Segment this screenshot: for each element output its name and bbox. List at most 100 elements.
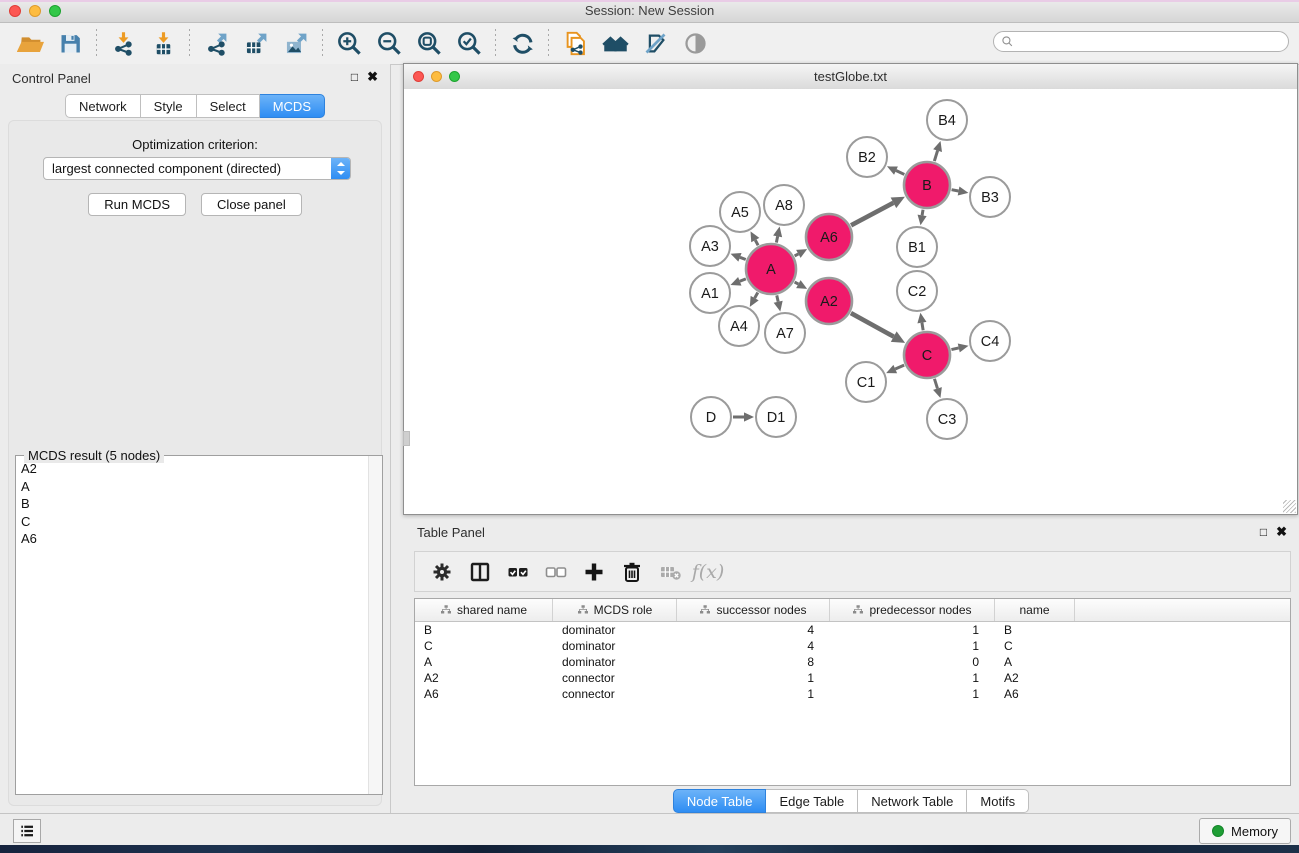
import-network-icon[interactable] bbox=[103, 28, 143, 60]
mcds-result-item[interactable]: A2 bbox=[16, 460, 368, 478]
table-tab-motifs[interactable]: Motifs bbox=[967, 789, 1029, 813]
search-input[interactable] bbox=[993, 31, 1289, 52]
memory-button[interactable]: Memory bbox=[1199, 818, 1291, 844]
network-canvas[interactable]: B4B2BB3A5A8A6A3B1AC2A1A2A4A7C4CC1C3DD1 bbox=[404, 89, 1297, 514]
close-panel-button[interactable]: Close panel bbox=[201, 193, 302, 216]
zoom-selected-icon[interactable] bbox=[449, 28, 489, 60]
edge-A6-B[interactable] bbox=[851, 203, 893, 225]
arrowhead-icon bbox=[731, 253, 742, 262]
titlebar-top-edge bbox=[0, 0, 1299, 2]
table-row[interactable]: Cdominator41C bbox=[415, 638, 1290, 654]
edge-A-A4[interactable] bbox=[755, 293, 758, 299]
edge-A-A8[interactable] bbox=[776, 236, 777, 242]
edge-A2-C[interactable] bbox=[851, 313, 894, 337]
cell: A6 bbox=[995, 687, 1075, 701]
hide-labels-icon[interactable] bbox=[635, 28, 675, 60]
table-panel-title: Table Panel bbox=[417, 525, 485, 540]
edge-A-A1[interactable] bbox=[740, 279, 746, 281]
tab-network[interactable]: Network bbox=[65, 94, 141, 118]
column-header-label: name bbox=[1019, 603, 1049, 617]
tab-style[interactable]: Style bbox=[141, 94, 197, 118]
table-row[interactable]: A2connector11A2 bbox=[415, 670, 1290, 686]
table-header-row: shared nameMCDS rolesuccessor nodesprede… bbox=[415, 599, 1290, 622]
home-icon[interactable] bbox=[595, 28, 635, 60]
save-session-icon[interactable] bbox=[50, 28, 90, 60]
column-header-MCDS-role[interactable]: MCDS role bbox=[553, 599, 677, 621]
export-table-icon[interactable] bbox=[236, 28, 276, 60]
edge-A-A5[interactable] bbox=[755, 240, 758, 245]
column-header-successor-nodes[interactable]: successor nodes bbox=[677, 599, 830, 621]
node-label: B2 bbox=[858, 150, 876, 166]
import-table-icon[interactable] bbox=[143, 28, 183, 60]
show-columns-icon[interactable] bbox=[461, 556, 499, 588]
close-table-panel-icon[interactable]: ✖ bbox=[1276, 525, 1287, 539]
edge-B-B2[interactable] bbox=[896, 171, 904, 175]
tab-select[interactable]: Select bbox=[197, 94, 260, 118]
toolbar-separator bbox=[495, 29, 496, 59]
column-header-predecessor-nodes[interactable]: predecessor nodes bbox=[830, 599, 995, 621]
zoom-in-icon[interactable] bbox=[329, 28, 369, 60]
edge-C-C3[interactable] bbox=[934, 379, 937, 389]
table-tab-network-table[interactable]: Network Table bbox=[858, 789, 967, 813]
cell: 4 bbox=[677, 639, 830, 653]
node-label: C4 bbox=[981, 334, 1000, 350]
copy-network-icon[interactable] bbox=[555, 28, 595, 60]
edge-A-A7[interactable] bbox=[777, 295, 778, 301]
frame-scroll-thumb[interactable] bbox=[403, 431, 410, 446]
edge-B-B4[interactable] bbox=[934, 151, 937, 162]
close-panel-icon[interactable]: ✖ bbox=[367, 70, 378, 84]
node-label: A6 bbox=[820, 230, 838, 246]
tab-mcds[interactable]: MCDS bbox=[260, 94, 325, 118]
edge-B-B3[interactable] bbox=[952, 190, 959, 191]
mcds-result-item[interactable]: C bbox=[16, 513, 368, 531]
result-scrollbar[interactable] bbox=[368, 456, 382, 794]
deselect-all-icon[interactable] bbox=[537, 556, 575, 588]
show-graphics-icon[interactable] bbox=[675, 28, 715, 60]
refresh-icon[interactable] bbox=[502, 28, 542, 60]
node-label: B bbox=[922, 178, 932, 194]
toolbar-separator bbox=[548, 29, 549, 59]
edge-A-A6[interactable] bbox=[795, 254, 799, 256]
criterion-dropdown[interactable]: largest connected component (directed) bbox=[43, 157, 351, 180]
desktop-wallpaper bbox=[0, 845, 1299, 853]
select-all-icon[interactable] bbox=[499, 556, 537, 588]
cell: dominator bbox=[553, 639, 677, 653]
run-mcds-button[interactable]: Run MCDS bbox=[88, 193, 186, 216]
network-window-title: testGlobe.txt bbox=[404, 69, 1297, 84]
table-row[interactable]: Bdominator41B bbox=[415, 622, 1290, 638]
export-image-icon[interactable] bbox=[276, 28, 316, 60]
zoom-fit-icon[interactable] bbox=[409, 28, 449, 60]
task-history-button[interactable] bbox=[13, 819, 41, 843]
float-table-panel-icon[interactable]: □ bbox=[1260, 525, 1267, 539]
add-column-icon[interactable] bbox=[575, 556, 613, 588]
mcds-result-item[interactable]: B bbox=[16, 495, 368, 513]
edge-C-C1[interactable] bbox=[895, 365, 904, 369]
float-panel-icon[interactable]: □ bbox=[351, 70, 358, 84]
node-label: A1 bbox=[701, 286, 719, 302]
edge-C-C2[interactable] bbox=[922, 323, 923, 331]
edge-C-C4[interactable] bbox=[951, 348, 958, 350]
network-window-titlebar[interactable]: testGlobe.txt bbox=[404, 64, 1297, 90]
resize-grip[interactable] bbox=[1283, 500, 1296, 513]
titlebar[interactable]: Session: New Session bbox=[0, 0, 1299, 23]
mcds-result-item[interactable]: A bbox=[16, 478, 368, 496]
cell: A bbox=[995, 655, 1075, 669]
mcds-result-item[interactable]: A6 bbox=[16, 530, 368, 548]
edge-A-A2[interactable] bbox=[795, 282, 799, 284]
export-network-icon[interactable] bbox=[196, 28, 236, 60]
edge-B-B1[interactable] bbox=[922, 210, 923, 216]
table-tab-node-table[interactable]: Node Table bbox=[673, 789, 767, 813]
arrowhead-icon bbox=[744, 412, 754, 421]
table-tab-edge-table[interactable]: Edge Table bbox=[766, 789, 858, 813]
shared-column-icon bbox=[699, 604, 711, 616]
table-row[interactable]: Adominator80A bbox=[415, 654, 1290, 670]
open-session-icon[interactable] bbox=[10, 28, 50, 60]
delete-column-icon[interactable] bbox=[613, 556, 651, 588]
column-header-shared-name[interactable]: shared name bbox=[415, 599, 553, 621]
edge-A-A3[interactable] bbox=[740, 257, 746, 259]
zoom-out-icon[interactable] bbox=[369, 28, 409, 60]
table-settings-icon[interactable] bbox=[423, 556, 461, 588]
column-header-name[interactable]: name bbox=[995, 599, 1075, 621]
table-row[interactable]: A6connector11A6 bbox=[415, 686, 1290, 702]
dropdown-stepper-icon bbox=[331, 158, 350, 179]
